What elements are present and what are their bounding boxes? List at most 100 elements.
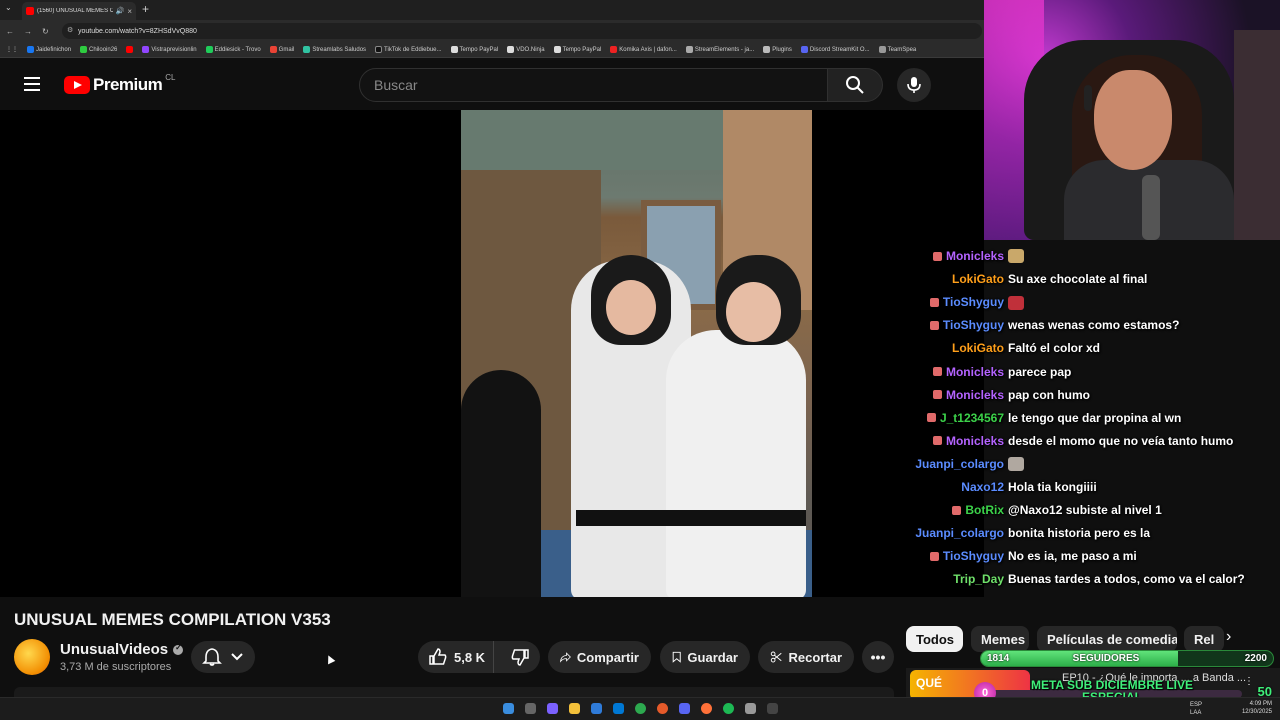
bookmark-item[interactable]: Eddiesick - Trovo (205, 46, 261, 53)
youtube-premium-logo[interactable]: Premium CL (64, 73, 175, 95)
close-tab-icon[interactable]: × (127, 7, 132, 16)
chevron-right-icon[interactable]: › (1226, 628, 1231, 646)
save-button[interactable]: Guardar (660, 641, 750, 673)
chat-text (1008, 295, 1024, 310)
more-actions-button[interactable]: ••• (862, 641, 894, 673)
chat-text: No es ia, me paso a mi (1008, 549, 1137, 564)
bookmark-item[interactable]: TeamSpea (878, 46, 916, 53)
bookmark-item[interactable]: Tempo PayPal (450, 46, 498, 53)
bookmark-item[interactable]: VDO.Ninja (507, 46, 545, 53)
bell-icon (202, 648, 222, 666)
language-indicator[interactable]: ESP LAA (1190, 701, 1202, 717)
search-input[interactable]: Buscar (359, 68, 828, 102)
chat-message: Juanpi_colargo (900, 454, 1280, 474)
bookmark-icon (672, 651, 681, 663)
chip-todos[interactable]: Todos (906, 626, 963, 652)
chat-badge-icon (932, 436, 942, 446)
obs-icon[interactable] (657, 703, 668, 714)
task-view-icon[interactable] (525, 703, 536, 714)
streamlabs-icon[interactable] (745, 703, 756, 714)
back-icon[interactable]: ← (6, 27, 14, 36)
bookmarks-bar: ⋮⋮ Jaidefinichon Chilooin26 Vistraprevis… (0, 42, 984, 58)
chat-message: J_t1234567 le tengo que dar propina al wn (900, 408, 1280, 428)
spotify-icon[interactable] (723, 703, 734, 714)
bookmark-item[interactable]: StreamElements - ja... (685, 46, 754, 53)
chat-username: Naxo12 (961, 480, 1004, 494)
chat-text: @Naxo12 subiste al nivel 1 (1008, 503, 1162, 518)
chat-message: Juanpi_colargo bonita historia pero es la (900, 523, 1280, 543)
video-player[interactable] (0, 110, 984, 597)
verified-icon (173, 643, 184, 655)
clock[interactable]: 4:09 PM 12/30/2025 (1242, 700, 1272, 716)
like-button[interactable]: 5,8 K (418, 641, 495, 673)
menu-icon[interactable] (24, 77, 40, 91)
url-text: youtube.com/watch?v=8ZHSdVvQ880 (78, 27, 197, 35)
bookmark-item[interactable]: Komika Axis | dafon... (610, 46, 677, 53)
store-icon[interactable] (591, 703, 602, 714)
voice-search-button[interactable] (897, 68, 931, 102)
youtube-favicon-icon (26, 7, 34, 15)
chat-message: LokiGato Su axe chocolate al final (900, 269, 1280, 289)
windows-taskbar: ESP LAA 4:09 PM 12/30/2025 (0, 697, 1280, 720)
new-tab-icon[interactable]: + (142, 2, 149, 16)
chrome-icon[interactable] (635, 703, 646, 714)
dislike-button[interactable] (500, 641, 540, 673)
bookmark-item[interactable]: Vistraprevisionlin (142, 46, 197, 53)
bookmark-item[interactable]: Streamlabs Saludos (303, 46, 366, 53)
site-info-icon[interactable]: ⚙ (67, 26, 73, 34)
search-button[interactable] (827, 68, 883, 102)
mute-tab-icon[interactable]: 🔊 (116, 7, 125, 15)
chat-message: TioShyguy (900, 292, 1280, 312)
youtube-header: Premium CL Buscar (0, 58, 984, 110)
chat-username: Monicleks (945, 387, 1004, 402)
share-button[interactable]: Compartir (548, 641, 651, 673)
chat-badge-icon (952, 505, 962, 515)
chat-text: Faltó el color xd (1008, 341, 1101, 356)
chat-username: BotRix (965, 503, 1004, 518)
url-field[interactable]: ⚙ youtube.com/watch?v=8ZHSdVvQ880 (62, 23, 982, 39)
browser-tab[interactable]: (1560) UNUSUAL MEMES C 🔊 × (22, 2, 136, 20)
more-vertical-icon[interactable]: ⋮ (1244, 676, 1254, 687)
firefox-icon[interactable] (701, 703, 712, 714)
subscription-bell-button[interactable] (191, 641, 255, 673)
chip-comedy-movies[interactable]: Películas de comedia (1037, 626, 1177, 652)
reload-icon[interactable]: ↻ (42, 27, 49, 36)
file-explorer-icon[interactable] (569, 703, 580, 714)
bookmark-item[interactable]: Gmail (269, 46, 294, 53)
chat-badge-icon (929, 320, 939, 330)
forward-icon[interactable]: → (24, 27, 32, 36)
clip-button[interactable]: Recortar (758, 641, 854, 673)
subscriber-count: 3,73 M de suscriptores (60, 661, 172, 673)
bookmark-item[interactable]: Tempo PayPal (553, 46, 601, 53)
chat-badge-icon (932, 367, 942, 376)
tab-search-icon[interactable]: ⌄ (5, 3, 12, 12)
mail-icon[interactable] (613, 703, 624, 714)
webcam-overlay (984, 0, 1280, 240)
chat-username: Trip_Day (953, 572, 1004, 587)
chat-text: Hola tia kongiiii (1008, 480, 1097, 494)
chat-username: LokiGato (951, 272, 1004, 287)
thumbs-down-icon (511, 649, 529, 666)
bookmark-item[interactable] (126, 46, 134, 53)
discord-icon[interactable] (679, 703, 690, 714)
youtube-play-icon (64, 76, 90, 94)
description-box[interactable] (14, 687, 894, 697)
copilot-icon[interactable] (547, 703, 558, 714)
channel-name[interactable]: UnusualVideos (60, 641, 184, 658)
channel-avatar[interactable] (14, 639, 50, 675)
bookmark-folder[interactable]: Plugins (763, 46, 792, 53)
chat-message: Monicleks desde el momo que no veía tanto… (900, 431, 1280, 451)
chevron-down-icon (231, 653, 243, 661)
chip-memes[interactable]: Memes (971, 626, 1029, 652)
chip-related[interactable]: Rel (1184, 626, 1224, 652)
apps-icon[interactable]: ⋮⋮ (6, 46, 18, 53)
bookmark-item[interactable]: TikTok de Eddiebue... (375, 46, 442, 53)
start-icon[interactable] (503, 703, 514, 714)
bookmark-item[interactable]: Discord StreamKit O... (800, 46, 870, 53)
address-bar-row: ← → ↻ ⚙ youtube.com/watch?v=8ZHSdVvQ880 (0, 20, 984, 42)
bookmark-item[interactable]: Jaidefinichon (27, 46, 71, 53)
bookmark-item[interactable]: Chilooin26 (80, 46, 117, 53)
mouse-cursor (324, 653, 336, 665)
follower-goal-bar: 1814 SEGUIDORES 2200 (980, 650, 1274, 667)
terminal-icon[interactable] (767, 703, 778, 714)
